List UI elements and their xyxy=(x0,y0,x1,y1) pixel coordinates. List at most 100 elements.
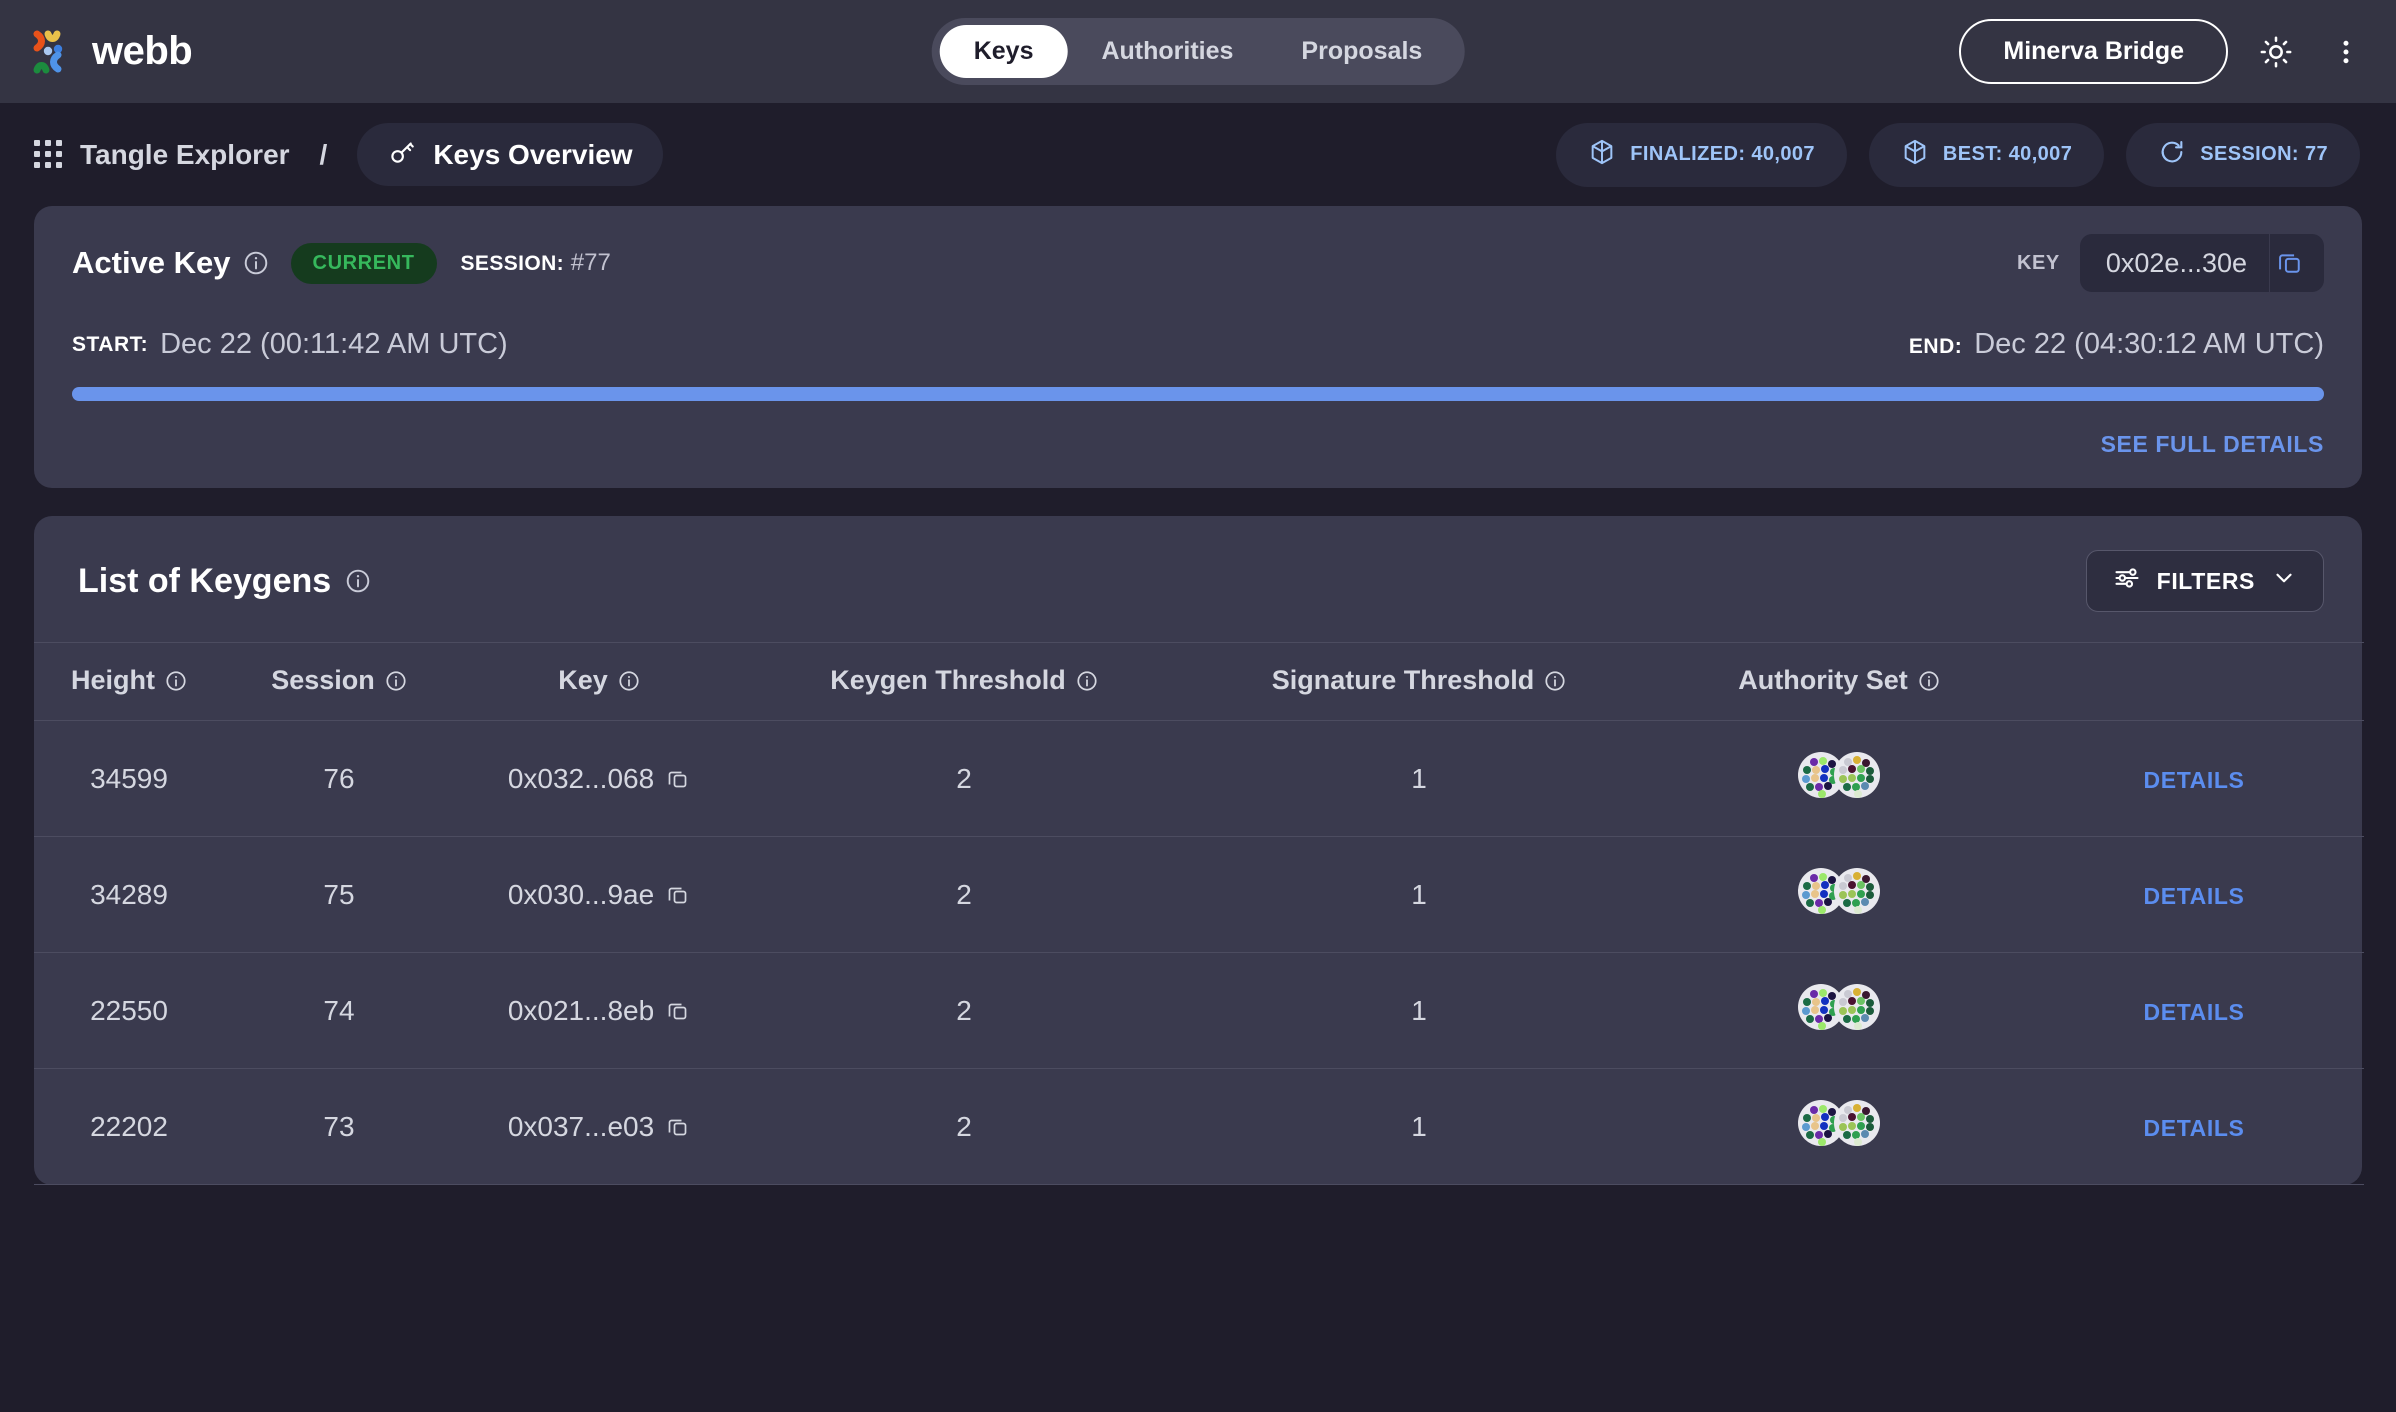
copy-icon[interactable] xyxy=(2269,234,2324,292)
info-icon[interactable] xyxy=(618,670,640,692)
brand-name: webb xyxy=(92,29,193,73)
keygens-header: List of Keygens FILTERS xyxy=(34,516,2362,642)
cell-actions: DETAILS xyxy=(2024,952,2364,1069)
info-icon[interactable] xyxy=(1076,670,1098,692)
authority-avatars[interactable] xyxy=(1798,984,1880,1037)
breadcrumb-root[interactable]: Tangle Explorer xyxy=(80,139,290,171)
copy-icon[interactable] xyxy=(666,767,690,791)
table-row[interactable]: 22202 73 0x037...e03 2 1 DETAILS xyxy=(34,1068,2364,1185)
filters-label: FILTERS xyxy=(2156,567,2255,594)
session-progress-bar xyxy=(72,387,2324,401)
cell-signature-threshold: 1 xyxy=(1184,720,1654,837)
authority-avatars[interactable] xyxy=(1798,752,1880,805)
breadcrumb-row: Tangle Explorer / Keys Overview FINALIZE… xyxy=(0,103,2396,206)
active-key-session-label: SESSION: xyxy=(460,252,565,275)
tab-proposals[interactable]: Proposals xyxy=(1267,25,1456,78)
chip-session[interactable]: SESSION: 77 xyxy=(2126,122,2360,187)
cell-key-value: 0x030...9ae xyxy=(507,878,655,910)
cell-session: 73 xyxy=(224,1068,454,1185)
cell-height: 34599 xyxy=(34,720,224,837)
avatar xyxy=(1834,1100,1880,1153)
copy-icon[interactable] xyxy=(666,883,690,907)
cell-keygen-threshold: 2 xyxy=(744,952,1184,1069)
chip-best[interactable]: BEST: 40,007 xyxy=(1868,122,2105,187)
column-header-signature-threshold-label: Signature Threshold xyxy=(1271,665,1535,695)
active-key-value-group: KEY 0x02e...30e xyxy=(2017,234,2324,292)
column-header-height[interactable]: Height xyxy=(34,642,224,721)
top-bar-actions: Minerva Bridge xyxy=(1959,19,2368,84)
details-link[interactable]: DETAILS xyxy=(2144,999,2245,1025)
active-key-header: Active Key CURRENT SESSION: #77 KEY 0x02… xyxy=(72,234,2324,292)
column-header-height-label: Height xyxy=(71,665,155,695)
copy-icon[interactable] xyxy=(666,1115,690,1139)
brand[interactable]: webb xyxy=(28,27,193,77)
end-value: Dec 22 (04:30:12 AM UTC) xyxy=(1974,328,2324,360)
details-link[interactable]: DETAILS xyxy=(2144,767,2245,793)
main-content: Active Key CURRENT SESSION: #77 KEY 0x02… xyxy=(0,206,2396,1185)
info-icon[interactable] xyxy=(385,670,407,692)
cell-keygen-threshold: 2 xyxy=(744,1068,1184,1185)
details-link[interactable]: DETAILS xyxy=(2144,1115,2245,1141)
status-badge: CURRENT xyxy=(290,242,437,284)
active-key-times: START: Dec 22 (00:11:42 AM UTC) END: Dec… xyxy=(72,328,2324,361)
cell-signature-threshold: 1 xyxy=(1184,952,1654,1069)
filters-button[interactable]: FILTERS xyxy=(2085,550,2324,612)
key-label: KEY xyxy=(2016,251,2060,274)
details-link[interactable]: DETAILS xyxy=(2144,883,2245,909)
cell-signature-threshold: 1 xyxy=(1184,836,1654,953)
cell-actions: DETAILS xyxy=(2024,836,2364,953)
keygens-card: List of Keygens FILTERS Height Session K… xyxy=(34,516,2364,1185)
column-header-session[interactable]: Session xyxy=(224,642,454,721)
sun-icon[interactable] xyxy=(2254,30,2298,74)
cell-session: 76 xyxy=(224,720,454,837)
start-value: Dec 22 (00:11:42 AM UTC) xyxy=(160,328,508,360)
cell-actions: DETAILS xyxy=(2024,720,2364,837)
authority-avatars[interactable] xyxy=(1798,868,1880,921)
tab-authorities[interactable]: Authorities xyxy=(1067,25,1267,78)
cell-key-value: 0x021...8eb xyxy=(507,994,655,1026)
column-header-authority-set[interactable]: Authority Set xyxy=(1654,642,2024,721)
info-icon[interactable] xyxy=(165,670,187,692)
active-key-session-value: #77 xyxy=(570,249,611,276)
column-header-keygen-threshold[interactable]: Keygen Threshold xyxy=(744,642,1184,721)
authority-avatars[interactable] xyxy=(1798,1100,1880,1153)
table-body: 34599 76 0x032...068 2 1 DETAILS 34289 7… xyxy=(34,720,2364,1185)
breadcrumb-current[interactable]: Keys Overview xyxy=(357,123,663,186)
start-label: START: xyxy=(72,332,149,356)
chip-best-label: BEST: 40,007 xyxy=(1942,143,2073,165)
main-tabs: Keys Authorities Proposals xyxy=(931,18,1465,85)
avatar xyxy=(1834,752,1880,805)
chip-finalized[interactable]: FINALIZED: 40,007 xyxy=(1556,122,1847,187)
cube-icon xyxy=(1588,138,1616,172)
cell-authority-set xyxy=(1654,1068,2024,1185)
cell-keygen-threshold: 2 xyxy=(744,836,1184,953)
column-header-session-label: Session xyxy=(271,665,375,695)
status-chips: FINALIZED: 40,007 BEST: 40,007 SESSION: … xyxy=(1556,122,2360,187)
chip-session-label: SESSION: 77 xyxy=(2200,143,2328,165)
cell-key: 0x021...8eb xyxy=(454,952,744,1069)
column-header-signature-threshold[interactable]: Signature Threshold xyxy=(1184,642,1654,721)
column-header-actions xyxy=(2024,642,2364,721)
chip-finalized-label: FINALIZED: 40,007 xyxy=(1630,143,1815,165)
cell-key-value: 0x032...068 xyxy=(507,762,655,794)
info-icon[interactable] xyxy=(1918,670,1940,692)
breadcrumb-separator: / xyxy=(319,138,328,170)
info-icon[interactable] xyxy=(243,250,269,276)
table-row[interactable]: 34289 75 0x030...9ae 2 1 DETAILS xyxy=(34,836,2364,953)
info-icon[interactable] xyxy=(1544,670,1566,692)
keygens-title: List of Keygens xyxy=(78,562,371,601)
bridge-selector-button[interactable]: Minerva Bridge xyxy=(1959,19,2228,84)
tab-keys[interactable]: Keys xyxy=(939,25,1068,78)
info-icon[interactable] xyxy=(345,568,371,594)
copy-icon[interactable] xyxy=(666,999,690,1023)
cell-session: 74 xyxy=(224,952,454,1069)
table-row[interactable]: 22550 74 0x021...8eb 2 1 DETAILS xyxy=(34,952,2364,1069)
column-header-key[interactable]: Key xyxy=(454,642,744,721)
table-row[interactable]: 34599 76 0x032...068 2 1 DETAILS xyxy=(34,720,2364,837)
webb-logo-icon xyxy=(28,27,78,77)
cell-key: 0x032...068 xyxy=(454,720,744,837)
avatar xyxy=(1834,868,1880,921)
see-full-details-link[interactable]: SEE FULL DETAILS xyxy=(72,431,2324,458)
more-vertical-icon[interactable] xyxy=(2324,30,2368,74)
grid-icon[interactable] xyxy=(34,139,64,170)
